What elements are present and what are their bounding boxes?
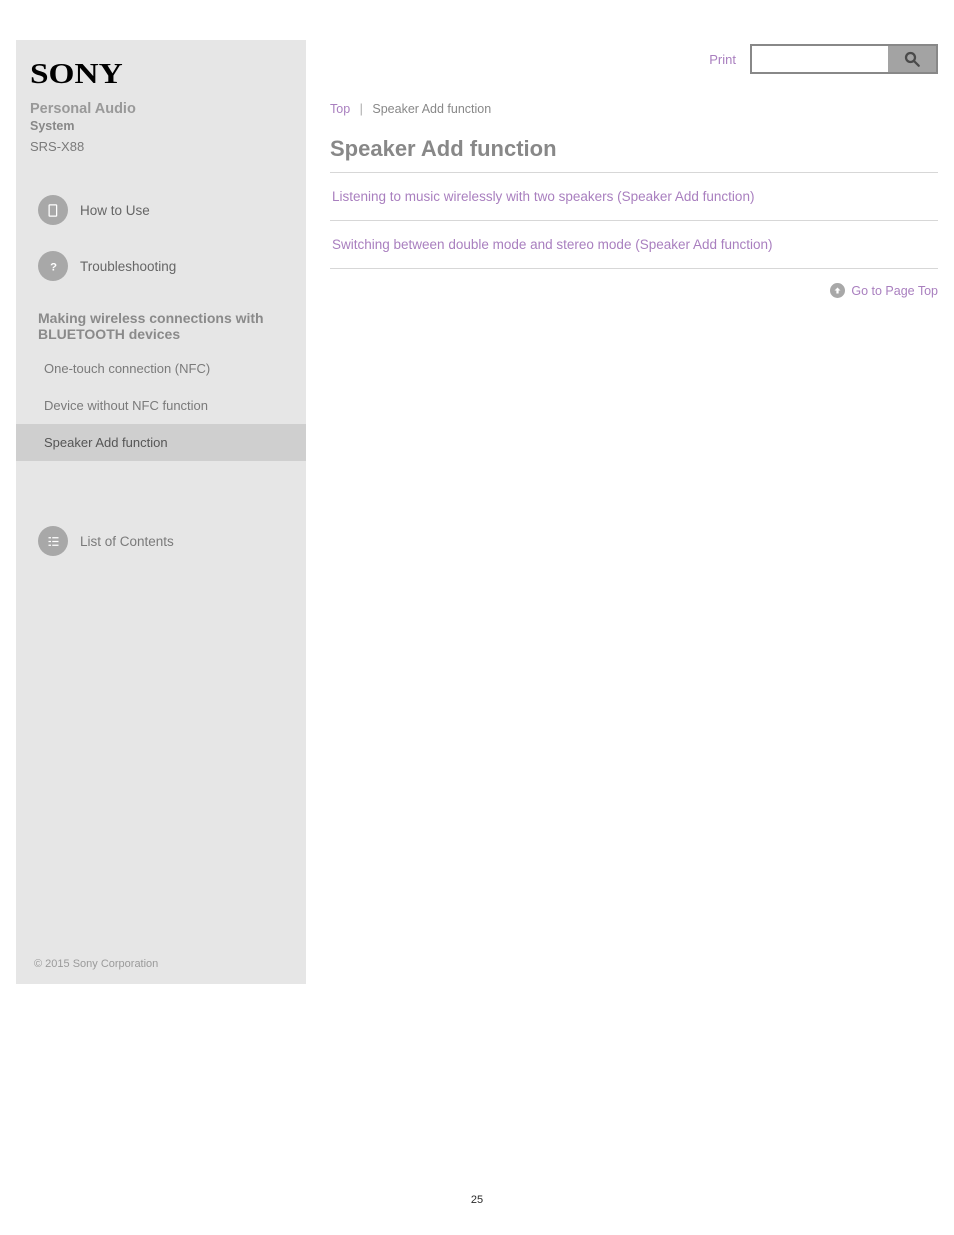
breadcrumb-separator: | (360, 102, 363, 116)
page-number: 25 (0, 984, 954, 1226)
product-name-line2: System (30, 119, 292, 133)
svg-text:?: ? (50, 261, 57, 273)
sidebar: SONY Personal Audio System SRS-X88 How t… (16, 40, 306, 984)
product-name-line1: Personal Audio (30, 101, 292, 117)
sidebar-item-no-nfc[interactable]: Device without NFC function (30, 387, 292, 424)
go-to-top-label: Go to Page Top (851, 284, 938, 298)
product-model: SRS-X88 (30, 139, 292, 154)
book-icon (38, 195, 68, 225)
brand-logo: SONY (30, 58, 292, 91)
topbar: Print (330, 44, 938, 74)
breadcrumb: Top | Speaker Add function (330, 102, 938, 116)
main-content: Print Top | Speaker Add function Speaker… (330, 40, 938, 984)
nav-label-how-to-use: How to Use (80, 203, 150, 218)
print-link[interactable]: Print (709, 52, 736, 67)
arrow-up-icon (830, 283, 845, 298)
search-input[interactable] (752, 46, 888, 72)
article-link-2[interactable]: Switching between double mode and stereo… (330, 221, 938, 269)
search-button[interactable] (888, 46, 936, 72)
nav-contents-list[interactable]: List of Contents (30, 513, 292, 569)
brand-text: SONY (30, 58, 123, 91)
sidebar-item-nfc[interactable]: One-touch connection (NFC) (30, 350, 292, 387)
sidebar-section-title: Making wireless connections with BLUETOO… (30, 294, 292, 350)
copyright-text: © 2015 Sony Corporation (34, 944, 158, 970)
help-icon: ? (38, 251, 68, 281)
go-to-top[interactable]: Go to Page Top (330, 269, 938, 298)
search-box (750, 44, 938, 74)
nav-troubleshooting[interactable]: ? Troubleshooting (30, 238, 292, 294)
nav-how-to-use[interactable]: How to Use (30, 182, 292, 238)
list-icon (38, 526, 68, 556)
page-title: Speaker Add function (330, 136, 938, 173)
search-icon (903, 50, 921, 68)
sidebar-item-speaker-add[interactable]: Speaker Add function (16, 424, 306, 461)
breadcrumb-root[interactable]: Top (330, 102, 350, 116)
breadcrumb-current: Speaker Add function (372, 102, 491, 116)
nav-label-contents: List of Contents (80, 534, 174, 549)
article-link-1[interactable]: Listening to music wirelessly with two s… (330, 173, 938, 221)
nav-label-troubleshooting: Troubleshooting (80, 259, 176, 274)
